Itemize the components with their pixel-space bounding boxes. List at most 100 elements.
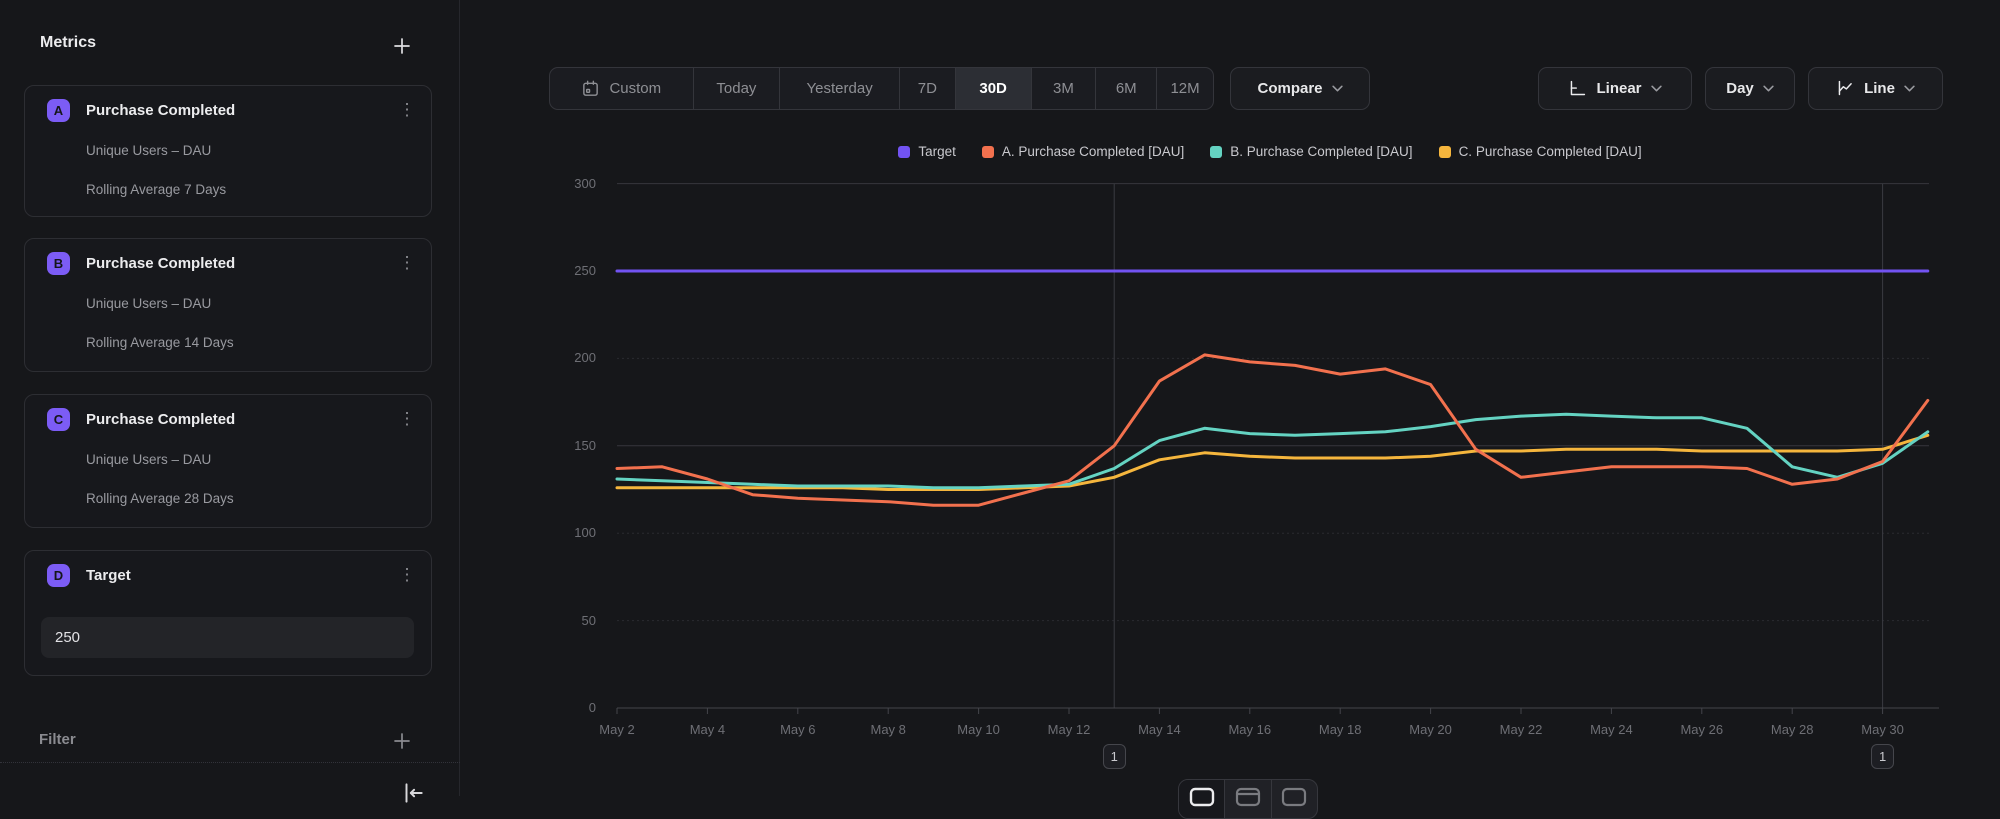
- annotation-badge[interactable]: 1: [1871, 744, 1894, 769]
- metric-title: Purchase Completed: [86, 255, 235, 272]
- kebab-menu-icon[interactable]: ⋮: [397, 251, 417, 275]
- target-card[interactable]: D Target ⋮: [24, 550, 432, 676]
- plus-icon: [392, 731, 412, 751]
- legend-label: B. Purchase Completed [DAU]: [1230, 144, 1412, 159]
- legend-swatch-a: [982, 146, 994, 158]
- x-tick-label: May 14: [1119, 722, 1199, 737]
- range-today[interactable]: Today: [693, 68, 780, 109]
- metric-card-b[interactable]: B Purchase Completed ⋮ Unique Users – DA…: [24, 238, 432, 372]
- target-value-input[interactable]: [41, 617, 414, 658]
- range-label: 7D: [918, 80, 937, 97]
- sidebar-title: Metrics: [40, 34, 96, 52]
- granularity-select-button[interactable]: Day: [1705, 67, 1795, 110]
- x-tick-label: May 6: [758, 722, 838, 737]
- legend-item-c[interactable]: C. Purchase Completed [DAU]: [1439, 144, 1642, 159]
- filter-section-title: Filter: [39, 731, 76, 748]
- annotation-badge[interactable]: 1: [1103, 744, 1126, 769]
- date-range-control: Custom Today Yesterday 7D 30D 3M 6M 12M: [549, 67, 1214, 110]
- calendar-icon: [581, 79, 600, 98]
- x-tick-label: May 20: [1391, 722, 1471, 737]
- legend-item-a[interactable]: A. Purchase Completed [DAU]: [982, 144, 1184, 159]
- chart-type-label: Line: [1864, 80, 1895, 97]
- compare-label: Compare: [1257, 80, 1322, 97]
- chart-action-button-2[interactable]: [1224, 780, 1270, 818]
- range-12m[interactable]: 12M: [1156, 68, 1213, 109]
- metric-subtitle-rollup: Rolling Average 14 Days: [86, 335, 234, 350]
- x-tick-label: May 22: [1481, 722, 1561, 737]
- legend-item-b[interactable]: B. Purchase Completed [DAU]: [1210, 144, 1412, 159]
- x-tick-label: May 4: [667, 722, 747, 737]
- y-tick-label: 100: [520, 524, 596, 542]
- line-chart-icon: [1836, 79, 1855, 98]
- kebab-menu-icon[interactable]: ⋮: [397, 563, 417, 587]
- y-tick-label: 150: [520, 437, 596, 455]
- x-tick-label: May 10: [939, 722, 1019, 737]
- metric-title: Purchase Completed: [86, 411, 235, 428]
- metric-subtitle-type: Unique Users – DAU: [86, 143, 211, 158]
- chevron-down-icon: [1763, 85, 1774, 92]
- chevron-down-icon: [1904, 85, 1915, 92]
- target-title: Target: [86, 567, 131, 584]
- chart-type-select-button[interactable]: Line: [1808, 67, 1943, 110]
- x-tick-label: May 12: [1029, 722, 1109, 737]
- metrics-sidebar: Metrics A Purchase Completed ⋮ Unique Us…: [0, 0, 460, 796]
- collapse-sidebar-button[interactable]: [399, 780, 427, 808]
- range-3m[interactable]: 3M: [1031, 68, 1096, 109]
- panel-icon: [1281, 787, 1307, 807]
- sidebar-divider: [0, 762, 460, 763]
- range-7d[interactable]: 7D: [899, 68, 955, 109]
- add-filter-button[interactable]: [390, 729, 414, 753]
- range-label: Custom: [609, 80, 661, 97]
- legend-item-target[interactable]: Target: [898, 144, 956, 159]
- chart-legend: Target A. Purchase Completed [DAU] B. Pu…: [600, 144, 1940, 159]
- y-tick-label: 50: [520, 612, 596, 630]
- y-tick-label: 300: [520, 175, 596, 193]
- chart-svg[interactable]: [600, 170, 1940, 730]
- range-6m[interactable]: 6M: [1095, 68, 1156, 109]
- x-tick-label: May 16: [1210, 722, 1290, 737]
- metric-badge: A: [47, 99, 70, 122]
- legend-label: Target: [918, 144, 956, 159]
- metric-badge: C: [47, 408, 70, 431]
- panel-icon: [1189, 787, 1215, 807]
- panel-icon: [1235, 787, 1261, 807]
- chart-actions-toolbar: [1178, 779, 1318, 819]
- compare-button[interactable]: Compare: [1230, 67, 1370, 110]
- linear-scale-icon: [1568, 79, 1587, 98]
- scale-label: Linear: [1596, 80, 1641, 97]
- range-label: 30D: [979, 80, 1007, 97]
- chart-action-button-1[interactable]: [1179, 780, 1224, 818]
- y-tick-label: 0: [520, 699, 596, 717]
- kebab-menu-icon[interactable]: ⋮: [397, 407, 417, 431]
- x-tick-label: May 28: [1752, 722, 1832, 737]
- metrics-explorer-page: { "colors": { "accent_purple": "#7C5CF5"…: [0, 0, 2000, 796]
- legend-label: A. Purchase Completed [DAU]: [1002, 144, 1184, 159]
- scale-select-button[interactable]: Linear: [1538, 67, 1692, 110]
- chevron-down-icon: [1651, 85, 1662, 92]
- metric-card-a[interactable]: A Purchase Completed ⋮ Unique Users – DA…: [24, 85, 432, 217]
- add-metric-button[interactable]: [390, 34, 414, 58]
- metric-title: Purchase Completed: [86, 102, 235, 119]
- x-tick-label: May 18: [1300, 722, 1380, 737]
- metric-card-c[interactable]: C Purchase Completed ⋮ Unique Users – DA…: [24, 394, 432, 528]
- range-custom[interactable]: Custom: [550, 68, 693, 109]
- x-tick-label: May 2: [577, 722, 657, 737]
- y-tick-label: 200: [520, 349, 596, 367]
- range-30d-active[interactable]: 30D: [955, 68, 1031, 109]
- range-yesterday[interactable]: Yesterday: [779, 68, 899, 109]
- x-tick-label: May 26: [1662, 722, 1742, 737]
- metric-subtitle-rollup: Rolling Average 28 Days: [86, 491, 234, 506]
- legend-swatch-b: [1210, 146, 1222, 158]
- range-label: Yesterday: [807, 80, 873, 97]
- range-label: 3M: [1053, 80, 1074, 97]
- kebab-menu-icon[interactable]: ⋮: [397, 98, 417, 122]
- metric-badge: B: [47, 252, 70, 275]
- x-tick-label: May 8: [848, 722, 928, 737]
- granularity-label: Day: [1726, 80, 1754, 97]
- collapse-sidebar-icon: [400, 780, 426, 806]
- x-tick-label: May 30: [1843, 722, 1923, 737]
- range-label: Today: [716, 80, 756, 97]
- legend-swatch-c: [1439, 146, 1451, 158]
- metric-subtitle-rollup: Rolling Average 7 Days: [86, 182, 226, 197]
- chart-action-button-3[interactable]: [1271, 780, 1317, 818]
